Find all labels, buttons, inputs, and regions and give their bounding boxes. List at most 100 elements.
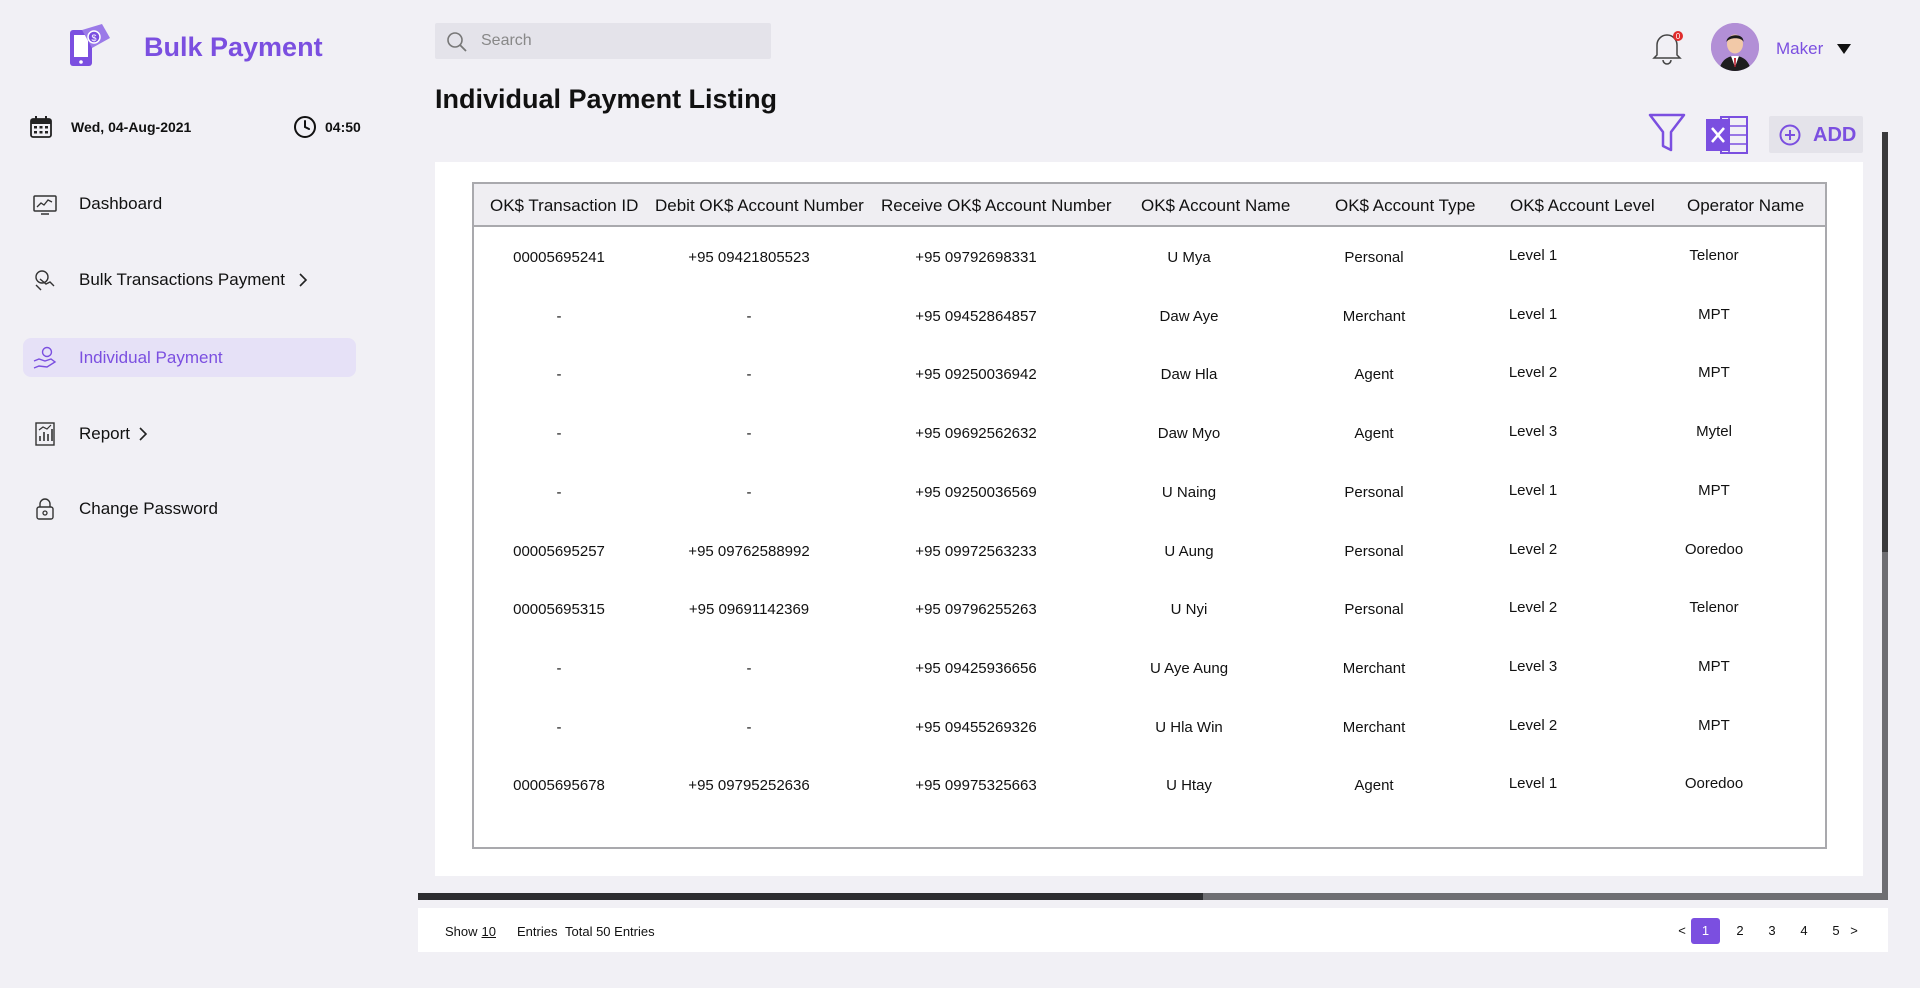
column-header-operator-name[interactable]: Operator Name: [1687, 196, 1804, 216]
table-cell: Personal: [1344, 601, 1404, 619]
table-cell: U Aye Aung: [1149, 659, 1229, 677]
table-cell: Ooredoo: [1684, 775, 1744, 793]
add-button[interactable]: ADD: [1769, 116, 1863, 153]
table-cell: -: [746, 425, 752, 443]
table-row[interactable]: 00005695257 +95 09762588992 +95 0997256323…: [474, 534, 1825, 592]
sidebar-item-report[interactable]: Report: [23, 414, 356, 453]
excel-export-icon[interactable]: [1705, 115, 1749, 155]
pagination-prev[interactable]: <: [1675, 918, 1689, 944]
app-title: Bulk Payment: [144, 32, 323, 62]
sidebar-item-change-password[interactable]: Change Password: [23, 489, 356, 528]
sidebar-item-dashboard[interactable]: Dashboard: [23, 184, 356, 223]
user-avatar-icon: [1711, 23, 1759, 71]
column-header-account-type[interactable]: OK$ Account Type: [1335, 196, 1476, 216]
table-cell: -: [746, 659, 752, 677]
column-header-account-name[interactable]: OK$ Account Name: [1141, 196, 1290, 216]
table-cell: U Naing: [1161, 483, 1217, 501]
table-row[interactable]: - - +95 09250036942 Daw Hla Agent Level 2 MPT: [474, 357, 1825, 415]
table-footer: Show 10 Entries Total 50 Entries < 1 2 3 …: [418, 908, 1888, 952]
column-header-debit-account[interactable]: Debit OK$ Account Number: [655, 196, 864, 216]
caret-down-icon[interactable]: [1836, 43, 1852, 55]
table-cell: Level 2: [1508, 364, 1558, 382]
chevron-right-icon: [299, 273, 308, 287]
sidebar-item-label: Change Password: [79, 499, 218, 518]
table-cell: +95 09421805523: [688, 249, 810, 266]
page-size-select[interactable]: 10: [482, 924, 496, 939]
table-cell: Personal: [1344, 542, 1404, 560]
table-cell: -: [746, 307, 752, 325]
current-date: Wed, 04-Aug-2021: [71, 119, 192, 135]
table-cell: 00005695678: [513, 777, 605, 795]
sidebar-item-label: Bulk Transactions Payment: [79, 270, 285, 289]
table-cell: Merchant: [1342, 718, 1406, 736]
table-row[interactable]: 00005695241 +95 09421805523 +95 0979269833…: [474, 240, 1825, 298]
svg-text:$: $: [91, 33, 96, 43]
column-header-receive-account[interactable]: Receive OK$ Account Number: [881, 196, 1112, 216]
column-header-transaction-id[interactable]: OK$ Transaction ID: [490, 196, 638, 216]
table-cell: U Htay: [1166, 777, 1212, 795]
table-cell: MPT: [1698, 305, 1730, 323]
search-icon: [447, 32, 467, 52]
horizontal-scrollbar-thumb[interactable]: [418, 893, 1203, 900]
table-cell: MPT: [1698, 481, 1730, 499]
sidebar-item-label: Dashboard: [79, 194, 163, 213]
pagination-page-2[interactable]: 2: [1727, 918, 1753, 944]
table-cell: Agent: [1354, 777, 1394, 795]
table-cell: Personal: [1344, 249, 1404, 266]
table-header: OK$ Transaction ID Debit OK$ Account Num…: [474, 184, 1825, 227]
pagination-next[interactable]: >: [1847, 918, 1861, 944]
table-cell: U Aung: [1164, 542, 1214, 560]
plus-circle-icon: [1779, 124, 1801, 146]
table-cell: -: [556, 718, 562, 736]
table-row[interactable]: - - +95 09692562632 Daw Myo Agent Level 3 Myte…: [474, 416, 1825, 474]
current-time: 04:50: [325, 119, 361, 135]
table-cell: U Nyi: [1170, 601, 1208, 619]
table-row[interactable]: - - +95 09425936656 U Aye Aung Merchant Level…: [474, 651, 1825, 709]
sidebar-item-individual-payment[interactable]: Individual Payment: [23, 338, 356, 377]
pagination-page-5[interactable]: 5: [1823, 918, 1849, 944]
table-cell: Level 1: [1508, 305, 1558, 323]
table-cell: Daw Hla: [1160, 366, 1218, 384]
avatar[interactable]: [1711, 23, 1759, 71]
table-cell: MPT: [1698, 716, 1730, 734]
pagination-page-3[interactable]: 3: [1759, 918, 1785, 944]
table-row[interactable]: 00005695315 +95 09691142369 +95 0979625526…: [474, 592, 1825, 650]
clock-icon: [294, 116, 316, 138]
sidebar-item-bulk-transactions-payment[interactable]: Bulk Transactions Payment: [23, 260, 356, 299]
notification-bell-icon[interactable]: 0: [1649, 28, 1685, 66]
table-cell: +95 09792698331: [915, 249, 1037, 266]
filter-icon[interactable]: [1648, 112, 1686, 154]
table-cell: Daw Aye: [1159, 307, 1219, 325]
column-header-account-level[interactable]: OK$ Account Level: [1510, 196, 1655, 216]
page-size-control: Show 10: [445, 924, 496, 939]
lock-icon: [36, 498, 54, 520]
entries-label: Entries: [517, 924, 558, 939]
table-row[interactable]: - - +95 09455269326 U Hla Win Merchant Level …: [474, 710, 1825, 768]
search-input[interactable]: [481, 30, 751, 52]
table-cell: U Mya: [1167, 249, 1211, 266]
chevron-right-icon: [139, 427, 148, 441]
table-cell: Personal: [1344, 483, 1404, 501]
app-logo-icon: $: [70, 24, 110, 66]
pagination-page-1[interactable]: 1: [1691, 918, 1720, 944]
vertical-scrollbar-thumb[interactable]: [1882, 132, 1888, 552]
table-cell: +95 09975325663: [915, 777, 1037, 795]
date-time-row: Wed, 04-Aug-2021 04:50: [30, 116, 370, 138]
table-row[interactable]: - - +95 09250036569 U Naing Personal Level 1 M…: [474, 475, 1825, 533]
table-row[interactable]: 00005695678 +95 09795252636 +95 0997532566…: [474, 768, 1825, 826]
search-box: [435, 23, 771, 59]
pagination-page-4[interactable]: 4: [1791, 918, 1817, 944]
table-cell: +95 09692562632: [915, 425, 1037, 443]
bulk-transactions-icon: [35, 270, 55, 291]
table-cell: +95 09972563233: [915, 542, 1037, 560]
user-name[interactable]: Maker: [1776, 39, 1823, 59]
sidebar-item-label: Individual Payment: [79, 348, 223, 367]
table-cell: +95 09452864857: [915, 307, 1037, 325]
table-row[interactable]: - - +95 09452864857 Daw Aye Merchant Level 1 M…: [474, 299, 1825, 357]
table-cell: -: [556, 659, 562, 677]
dashboard-icon: [33, 195, 57, 215]
table-cell: +95 09691142369: [688, 601, 810, 619]
table-cell: Daw Myo: [1157, 425, 1221, 443]
show-label: Show: [445, 924, 478, 939]
payment-table: OK$ Transaction ID Debit OK$ Account Num…: [472, 182, 1827, 849]
